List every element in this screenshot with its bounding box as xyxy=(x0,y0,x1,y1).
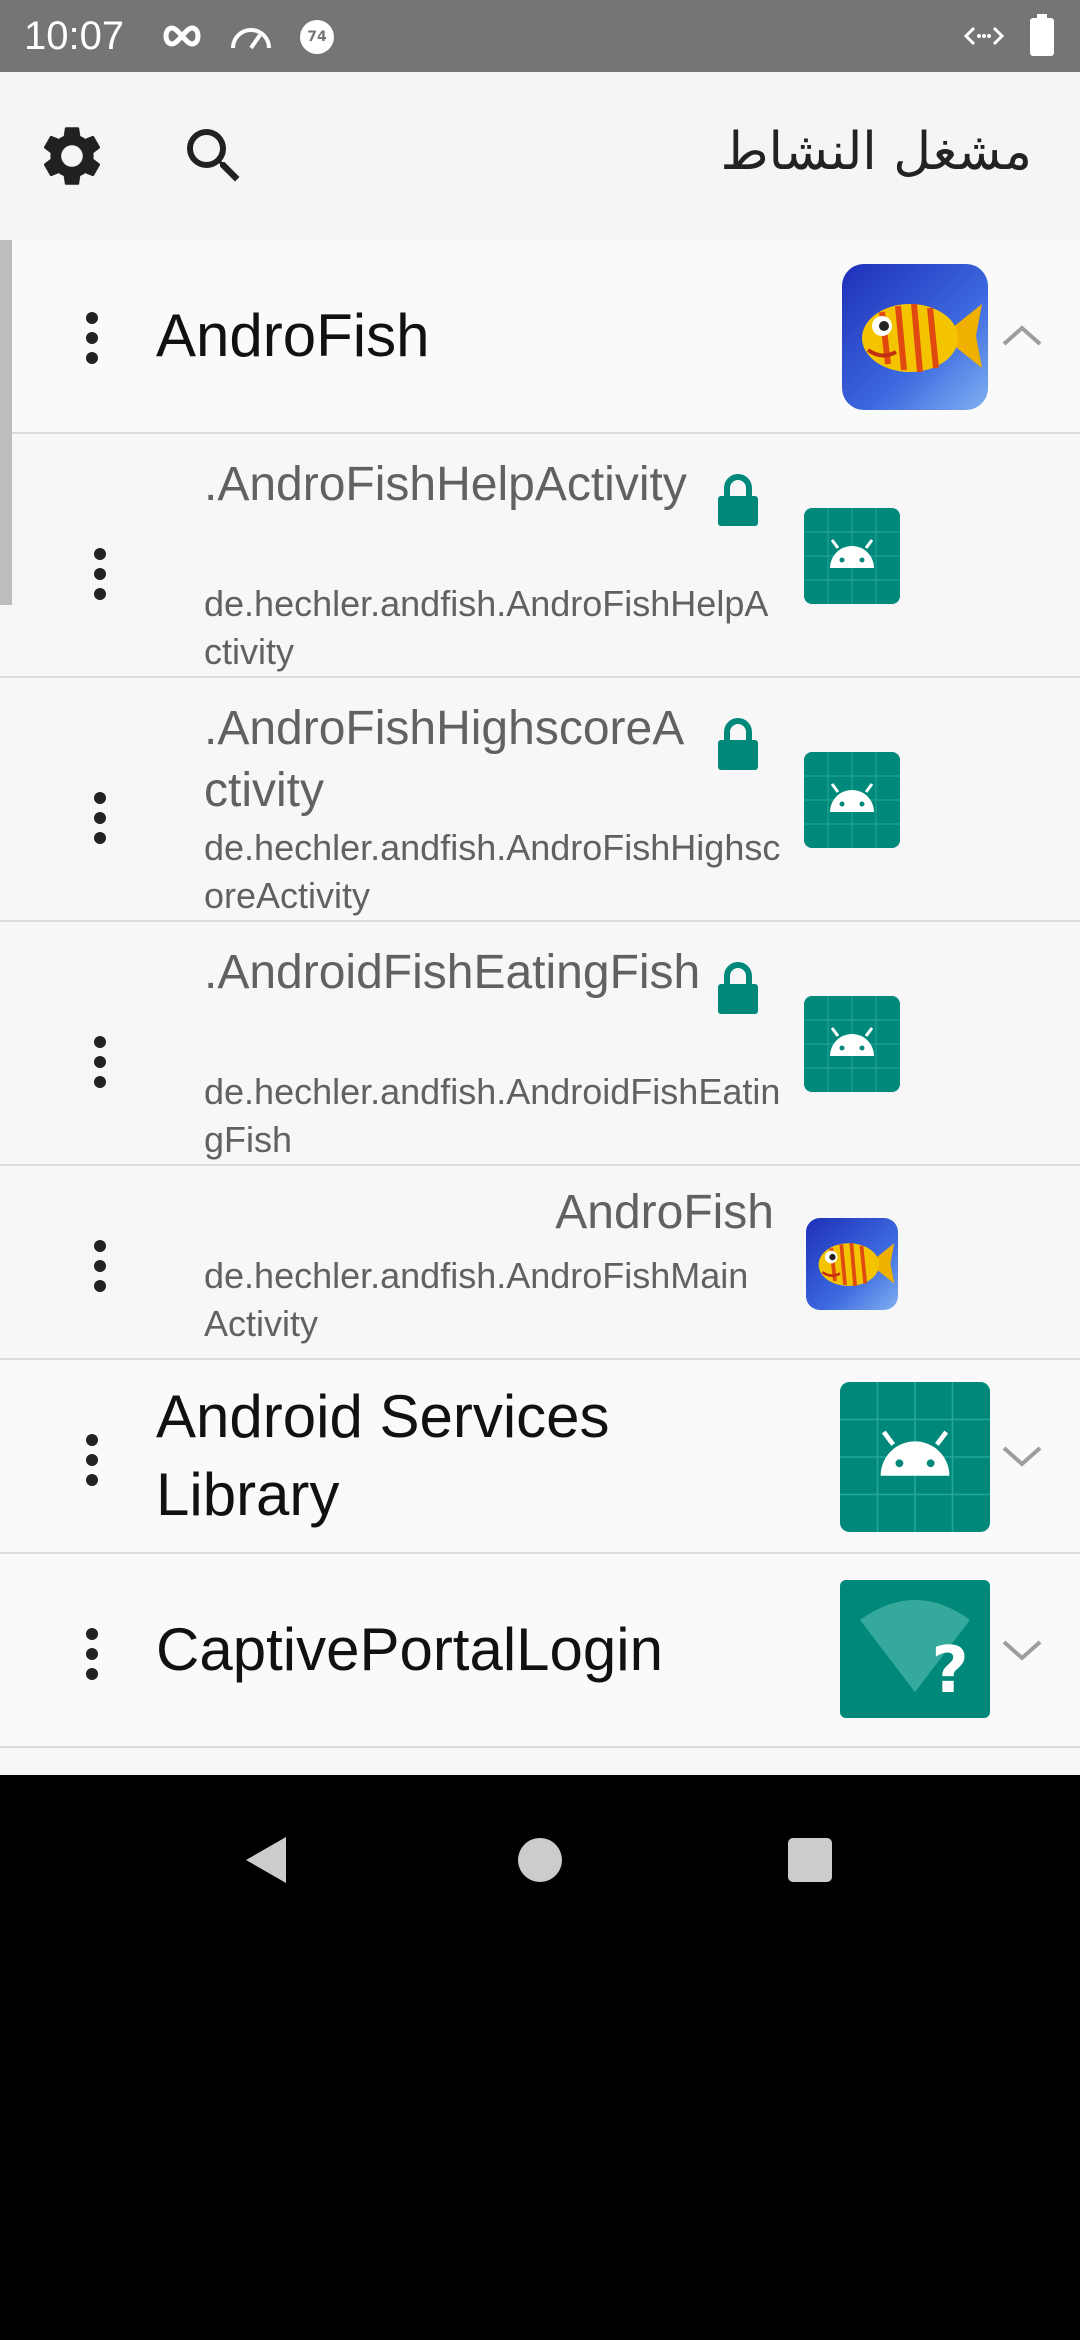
android-icon xyxy=(840,1382,990,1532)
more-options-icon[interactable] xyxy=(80,1036,120,1096)
home-icon[interactable] xyxy=(505,1825,575,1895)
activity-package: de.hechler.andfish.AndroidFishEatingFish xyxy=(204,1071,781,1160)
more-options-icon[interactable] xyxy=(80,792,120,852)
speedometer-icon xyxy=(231,28,271,50)
infinity-icon xyxy=(163,25,201,47)
group-title: AndroFish xyxy=(156,302,430,369)
group-row-android-services-library[interactable]: Android Services Library xyxy=(0,1360,1080,1554)
activity-package: de.hechler.andfish.AndroFishHighscoreAct… xyxy=(204,827,781,916)
group-title: CaptivePortalLogin xyxy=(156,1616,663,1683)
chevron-down-icon[interactable] xyxy=(1000,1636,1044,1666)
activity-name: .AndroFishHighscoreActivity xyxy=(204,702,685,817)
status-time: 10:07 xyxy=(24,14,125,58)
svg-text:?: ? xyxy=(931,1634,968,1708)
activity-package: de.hechler.andfish.AndroFishMainActivity xyxy=(204,1255,749,1344)
more-options-icon[interactable] xyxy=(72,312,112,372)
activity-name: .AndroidFishEatingFish xyxy=(204,946,701,999)
android-icon xyxy=(804,996,900,1092)
more-options-icon[interactable] xyxy=(72,1434,112,1494)
activity-name: AndroFish xyxy=(555,1186,774,1239)
lock-icon xyxy=(718,474,758,526)
activity-row[interactable]: .AndroidFishEatingFish de.hechler.andfis… xyxy=(0,922,1080,1166)
recents-icon[interactable] xyxy=(775,1825,845,1895)
search-icon[interactable] xyxy=(178,120,250,192)
group-row-androfish[interactable]: AndroFish xyxy=(0,240,1080,434)
group-row-captiveportallogin[interactable]: CaptivePortalLogin ? xyxy=(0,1554,1080,1748)
notification-count: 74 xyxy=(307,29,327,45)
page-title: مشغل النشاط xyxy=(720,122,1032,182)
fish-icon xyxy=(818,1243,895,1287)
app-bar: مشغل النشاط xyxy=(0,72,1080,241)
more-options-icon[interactable] xyxy=(80,548,120,608)
more-options-icon[interactable] xyxy=(80,1240,120,1300)
app-icon-androfish xyxy=(842,264,988,410)
activity-name: .AndroFishHelpActivity xyxy=(204,458,687,511)
fish-icon xyxy=(862,303,982,373)
lock-icon xyxy=(718,962,758,1014)
android-icon xyxy=(804,508,900,604)
app-icon-androfish xyxy=(806,1218,898,1310)
activity-row[interactable]: .AndroFishHelpActivity de.hechler.andfis… xyxy=(0,434,1080,678)
more-options-icon[interactable] xyxy=(72,1628,112,1688)
scroll-indicator[interactable] xyxy=(0,240,12,605)
android-icon xyxy=(804,752,900,848)
navigation-bar xyxy=(0,1775,1080,2340)
activity-package: de.hechler.andfish.AndroFishHelpActivity xyxy=(204,583,769,672)
chevron-up-icon[interactable] xyxy=(1000,320,1044,350)
lock-icon xyxy=(718,718,758,770)
wifi-question-icon: ? xyxy=(840,1580,990,1718)
settings-icon[interactable] xyxy=(36,120,108,192)
back-icon[interactable] xyxy=(232,1825,302,1895)
notification-count-icon: 74 xyxy=(300,20,334,54)
activity-list[interactable]: AndroFish .AndroFishHelpActivity de.hech… xyxy=(0,240,1080,1775)
chevron-down-icon[interactable] xyxy=(1000,1442,1044,1472)
activity-row[interactable]: .AndroFishHighscoreActivity de.hechler.a… xyxy=(0,678,1080,922)
battery-icon xyxy=(1030,14,1054,56)
status-bar: 10:07 74 xyxy=(0,0,1080,72)
activity-row[interactable]: AndroFish de.hechler.andfish.AndroFishMa… xyxy=(0,1166,1080,1360)
group-title: Android Services Library xyxy=(156,1383,610,1528)
data-transfer-icon xyxy=(963,26,1005,46)
